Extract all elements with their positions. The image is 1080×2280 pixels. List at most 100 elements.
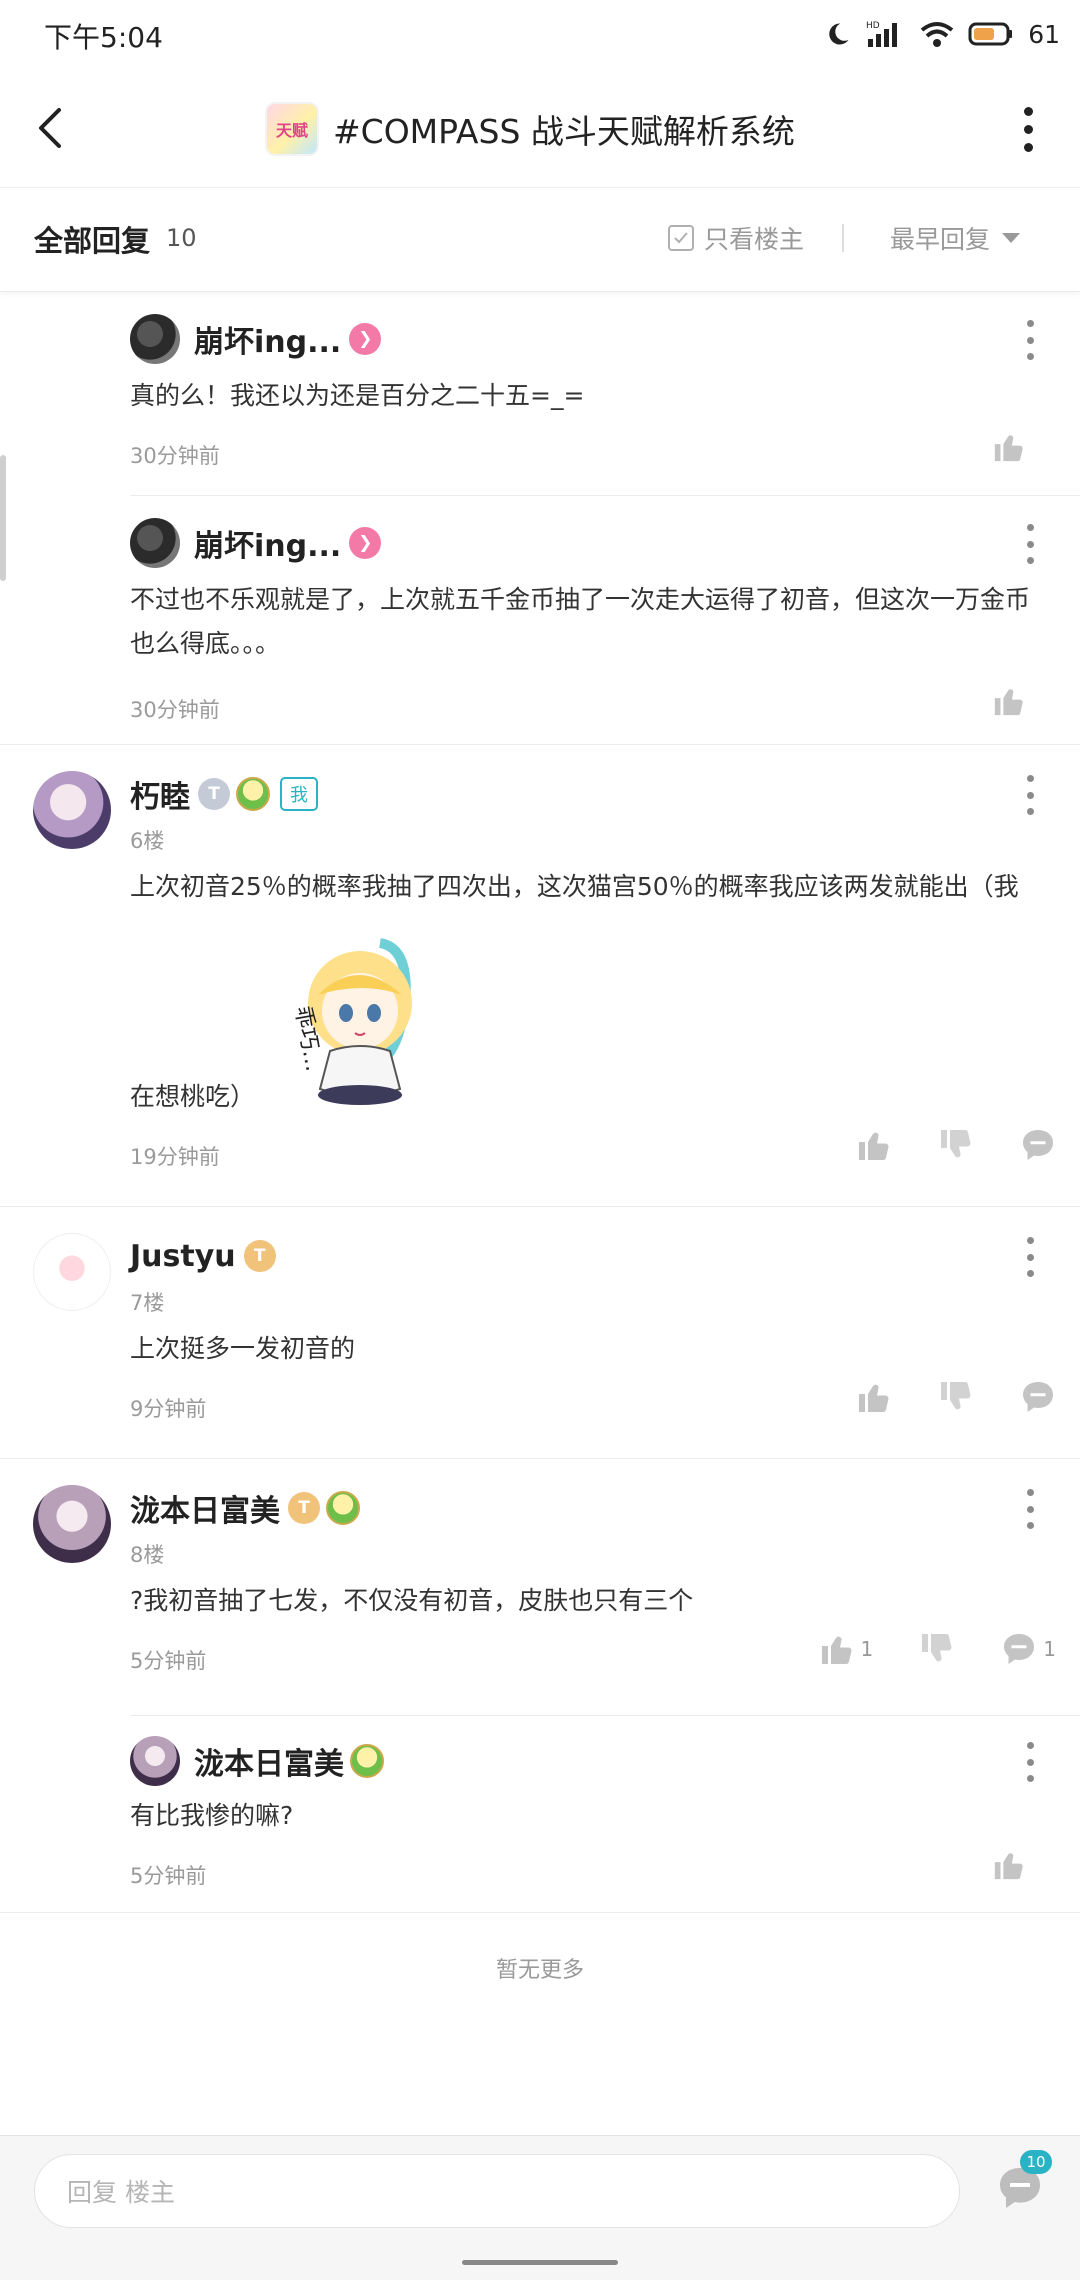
floor-number: 8楼 xyxy=(130,1543,165,1567)
author-name[interactable]: 崩坏ing... xyxy=(194,317,341,361)
thumbs-down-icon xyxy=(922,1633,952,1662)
avatar[interactable] xyxy=(130,314,180,364)
post-text-continued: 在想桃吃） xyxy=(130,1082,256,1111)
header-title-group: 天赋 #COMPASS 战斗天赋解析系统 xyxy=(265,98,795,160)
comment-count-badge: 10 xyxy=(1020,2150,1052,2174)
author-name[interactable]: Justyu xyxy=(130,1239,236,1274)
comment-count: 1 xyxy=(1043,1637,1056,1661)
reply-feed: 崩坏ing... ❯ 真的么！我还以为还是百分之二十五=_= 30分钟前 崩坏i… xyxy=(0,292,1080,1913)
more-dot xyxy=(1023,124,1033,134)
avatar[interactable] xyxy=(130,1736,180,1786)
dislike-button[interactable] xyxy=(919,1631,955,1667)
hat-badge-icon xyxy=(350,1744,384,1778)
signal-icon: HD xyxy=(866,21,898,47)
floor-post[interactable]: Justyu T 7楼 上次挺多一发初音的 9分钟前 xyxy=(0,1207,1080,1459)
bottom-reply-bar: 回复 楼主 10 xyxy=(0,2135,1080,2280)
hat-badge-icon xyxy=(236,777,270,811)
sort-label: 最早回复 xyxy=(890,225,991,254)
post-text: 上次挺多一发初音的 xyxy=(130,1334,356,1363)
comment-button[interactable] xyxy=(1020,1127,1056,1163)
sub-reply[interactable]: 崩坏ing... ❯ 真的么！我还以为还是百分之二十五=_= 30分钟前 xyxy=(130,292,1080,496)
author-name[interactable]: 泷本日富美 xyxy=(194,1739,344,1783)
avatar[interactable] xyxy=(33,771,111,849)
reply-input[interactable]: 回复 楼主 xyxy=(34,2154,960,2228)
chevron-left-icon xyxy=(39,108,61,148)
post-time: 5分钟前 xyxy=(130,1649,207,1673)
thumbs-up-icon xyxy=(859,1384,889,1413)
me-tag: 我 xyxy=(280,777,318,811)
reply-count: 10 xyxy=(166,224,197,252)
reply-filter-bar: 全部回复 10 只看楼主 最早回复 xyxy=(0,188,1080,292)
thumbs-down-icon xyxy=(941,1129,971,1158)
only-op-label: 只看楼主 xyxy=(704,225,805,254)
back-button[interactable] xyxy=(22,98,78,158)
like-button[interactable] xyxy=(856,1127,892,1163)
author-name[interactable]: 崩坏ing... xyxy=(194,521,341,565)
sub-reply[interactable]: 崩坏ing... ❯ 不过也不乐观就是了，上次就五千金币抽了一次走大运得了初音，… xyxy=(130,496,1080,744)
level-badge-icon: T xyxy=(243,1240,276,1272)
like-button[interactable] xyxy=(856,1379,892,1415)
floor-more-button[interactable] xyxy=(1020,1237,1040,1277)
sticker-image: 乖巧… xyxy=(290,938,412,1105)
avatar[interactable] xyxy=(130,518,180,568)
checkbox-icon xyxy=(668,225,694,251)
reply-text: 不过也不乐观就是了，上次就五千金币抽了一次走大运得了初音，但这次一万金币也么得底… xyxy=(130,585,1031,658)
dislike-button[interactable] xyxy=(938,1379,974,1415)
status-icons: HD 61 xyxy=(824,14,1060,54)
like-count: 1 xyxy=(860,1637,874,1661)
divider xyxy=(842,224,844,252)
author-name[interactable]: 泷本日富美 xyxy=(130,1486,280,1530)
avatar[interactable] xyxy=(33,1233,111,1311)
post-text: 上次初音25％的概率我抽了四次出，这次猫宫50％的概率我应该两发就能出（我 xyxy=(130,872,1019,901)
level-badge-icon: T xyxy=(198,778,230,810)
thumbs-up-icon xyxy=(859,1132,889,1161)
thumbs-up-icon xyxy=(821,1636,851,1665)
level-badge-icon: ❯ xyxy=(349,323,382,355)
more-dot xyxy=(1023,106,1033,116)
post-text: ?我初音抽了七发，不仅没有初音，皮肤也只有三个 xyxy=(130,1586,694,1615)
reply-more-button[interactable] xyxy=(1020,320,1040,360)
reply-more-button[interactable] xyxy=(1020,1742,1040,1782)
no-more-text: 暂无更多 xyxy=(495,1958,584,1983)
author-name[interactable]: 朽睦 xyxy=(130,772,190,816)
comment-icon xyxy=(1023,1130,1053,1160)
app-header: 天赋 #COMPASS 战斗天赋解析系统 xyxy=(0,70,1080,188)
status-time: 下午5:04 xyxy=(44,21,163,54)
hat-badge-icon xyxy=(326,1491,360,1525)
thumbs-up-icon[interactable] xyxy=(992,684,1026,718)
battery-percent: 61 xyxy=(1028,19,1060,49)
floor-post[interactable]: 泷本日富美 T 8楼 ?我初音抽了七发，不仅没有初音，皮肤也只有三个 5分钟前 … xyxy=(0,1459,1080,1913)
more-dot xyxy=(1023,142,1033,152)
thumbs-up-icon[interactable] xyxy=(992,1848,1026,1882)
floor-more-button[interactable] xyxy=(1020,775,1040,815)
more-options-button[interactable] xyxy=(1016,102,1040,156)
floor-number: 7楼 xyxy=(130,1291,165,1315)
avatar[interactable] xyxy=(33,1485,111,1563)
reply-more-button[interactable] xyxy=(1020,524,1040,564)
page-title: #COMPASS 战斗天赋解析系统 xyxy=(333,112,795,151)
level-badge-icon: ❯ xyxy=(349,527,382,559)
floor-post[interactable]: 朽睦 T 我 6楼 上次初音25％的概率我抽了四次出，这次猫宫50％的概率我应该… xyxy=(0,744,1080,1207)
reply-text: 真的么！我还以为还是百分之二十五=_= xyxy=(130,381,585,410)
floor-more-button[interactable] xyxy=(1020,1489,1040,1529)
level-badge-icon: T xyxy=(288,1492,320,1524)
home-indicator[interactable] xyxy=(462,2260,618,2265)
moon-icon xyxy=(829,23,849,45)
thumbs-up-icon[interactable] xyxy=(992,430,1026,464)
game-icon: 天赋 xyxy=(265,102,319,156)
dislike-button[interactable] xyxy=(938,1127,974,1163)
reply-text: 有比我惨的嘛? xyxy=(130,1801,294,1830)
post-time: 9分钟前 xyxy=(130,1397,207,1421)
comment-icon xyxy=(1023,1382,1053,1412)
only-op-toggle[interactable]: 只看楼主 xyxy=(668,220,804,256)
reply-time: 5分钟前 xyxy=(130,1864,207,1888)
svg-text:HD: HD xyxy=(866,21,880,31)
reply-time: 30分钟前 xyxy=(130,698,220,722)
like-button[interactable]: 1 xyxy=(819,1631,874,1667)
battery-icon xyxy=(968,22,1013,46)
sub-reply[interactable]: 泷本日富美 有比我惨的嘛? 5分钟前 xyxy=(130,1715,1080,1912)
comment-button[interactable] xyxy=(1020,1379,1056,1415)
caret-down-icon xyxy=(1002,233,1021,243)
comment-button[interactable]: 1 xyxy=(1001,1631,1056,1667)
sort-dropdown[interactable]: 最早回复 xyxy=(890,220,1022,256)
